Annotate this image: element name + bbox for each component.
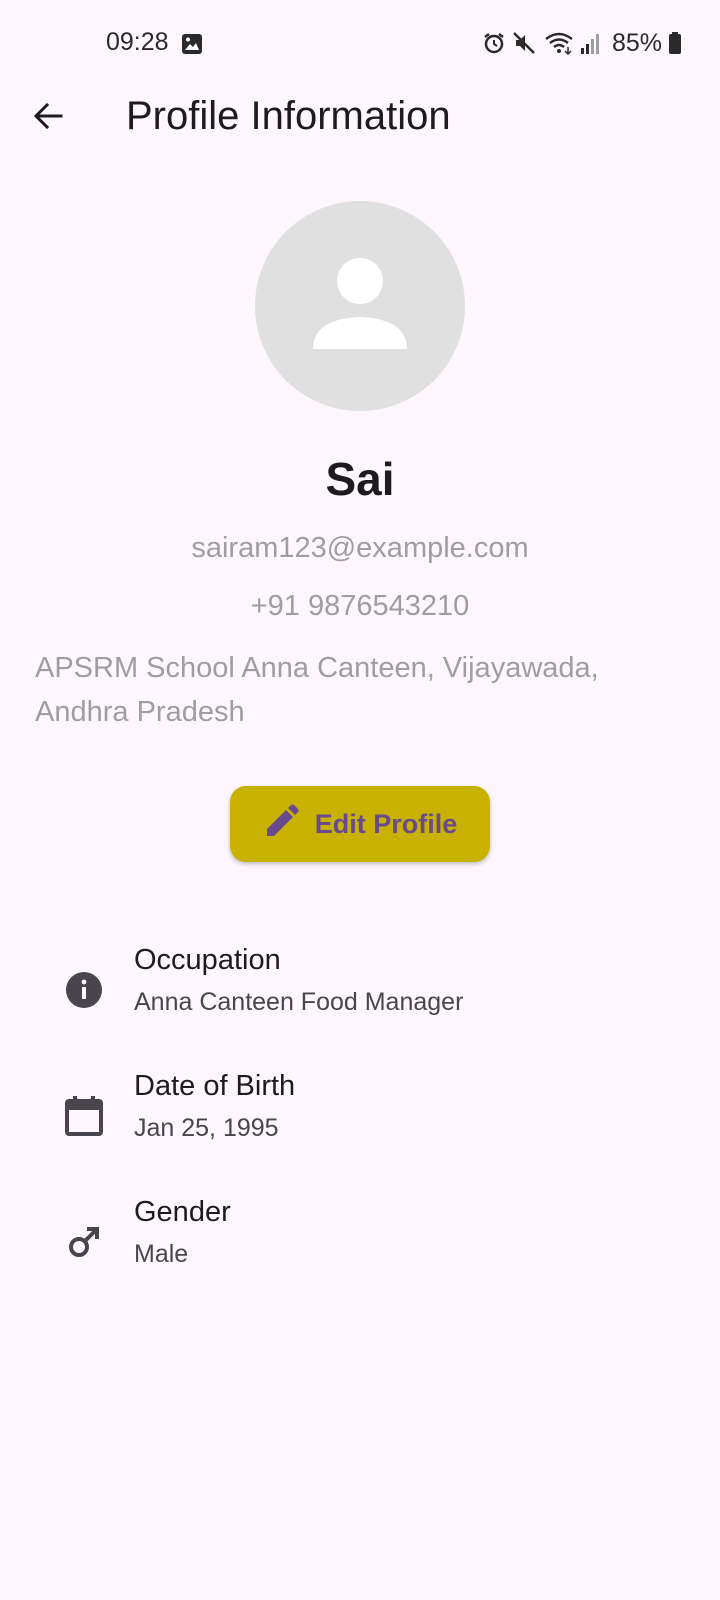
- edit-profile-label: Edit Profile: [314, 808, 458, 839]
- avatar: [255, 201, 465, 411]
- detail-title: Date of Birth: [134, 1070, 296, 1102]
- back-button[interactable]: [22, 92, 74, 144]
- pencil-icon: [263, 804, 299, 845]
- status-bar: 09:28 85%: [0, 0, 720, 88]
- mute-icon: [512, 31, 538, 55]
- info-icon: [62, 968, 106, 1012]
- user-name: Sai: [325, 453, 395, 505]
- alarm-icon: [482, 31, 506, 55]
- detail-value: Jan 25, 1995: [134, 1114, 279, 1142]
- user-phone: +91 9876543210: [250, 590, 470, 622]
- user-address: APSRM School Anna Canteen, Vijayawada, A…: [35, 652, 599, 728]
- page-title: Profile Information: [126, 94, 451, 138]
- edit-profile-button[interactable]: Edit Profile: [230, 786, 490, 862]
- battery-icon: [668, 31, 682, 55]
- detail-item-date-of-birth: Date of Birth Jan 25, 1995: [0, 1070, 720, 1180]
- wifi-icon: [544, 31, 574, 55]
- gallery-icon: [181, 33, 203, 60]
- user-email: sairam123@example.com: [191, 532, 529, 564]
- detail-item-occupation: Occupation Anna Canteen Food Manager: [0, 944, 720, 1054]
- male-icon: [62, 1220, 106, 1264]
- status-time: 09:28: [106, 28, 169, 56]
- battery-percent: 85%: [611, 28, 662, 57]
- calendar-icon: [62, 1094, 106, 1138]
- signal-icon: [580, 31, 602, 55]
- detail-title: Occupation: [134, 944, 281, 976]
- status-icons: 85%: [482, 27, 682, 59]
- detail-title: Gender: [134, 1196, 231, 1228]
- detail-item-gender: Gender Male: [0, 1196, 720, 1306]
- arrow-back-icon: [31, 99, 65, 138]
- detail-value: Male: [134, 1240, 189, 1268]
- detail-value: Anna Canteen Food Manager: [134, 988, 464, 1016]
- app-bar: Profile Information: [0, 82, 720, 154]
